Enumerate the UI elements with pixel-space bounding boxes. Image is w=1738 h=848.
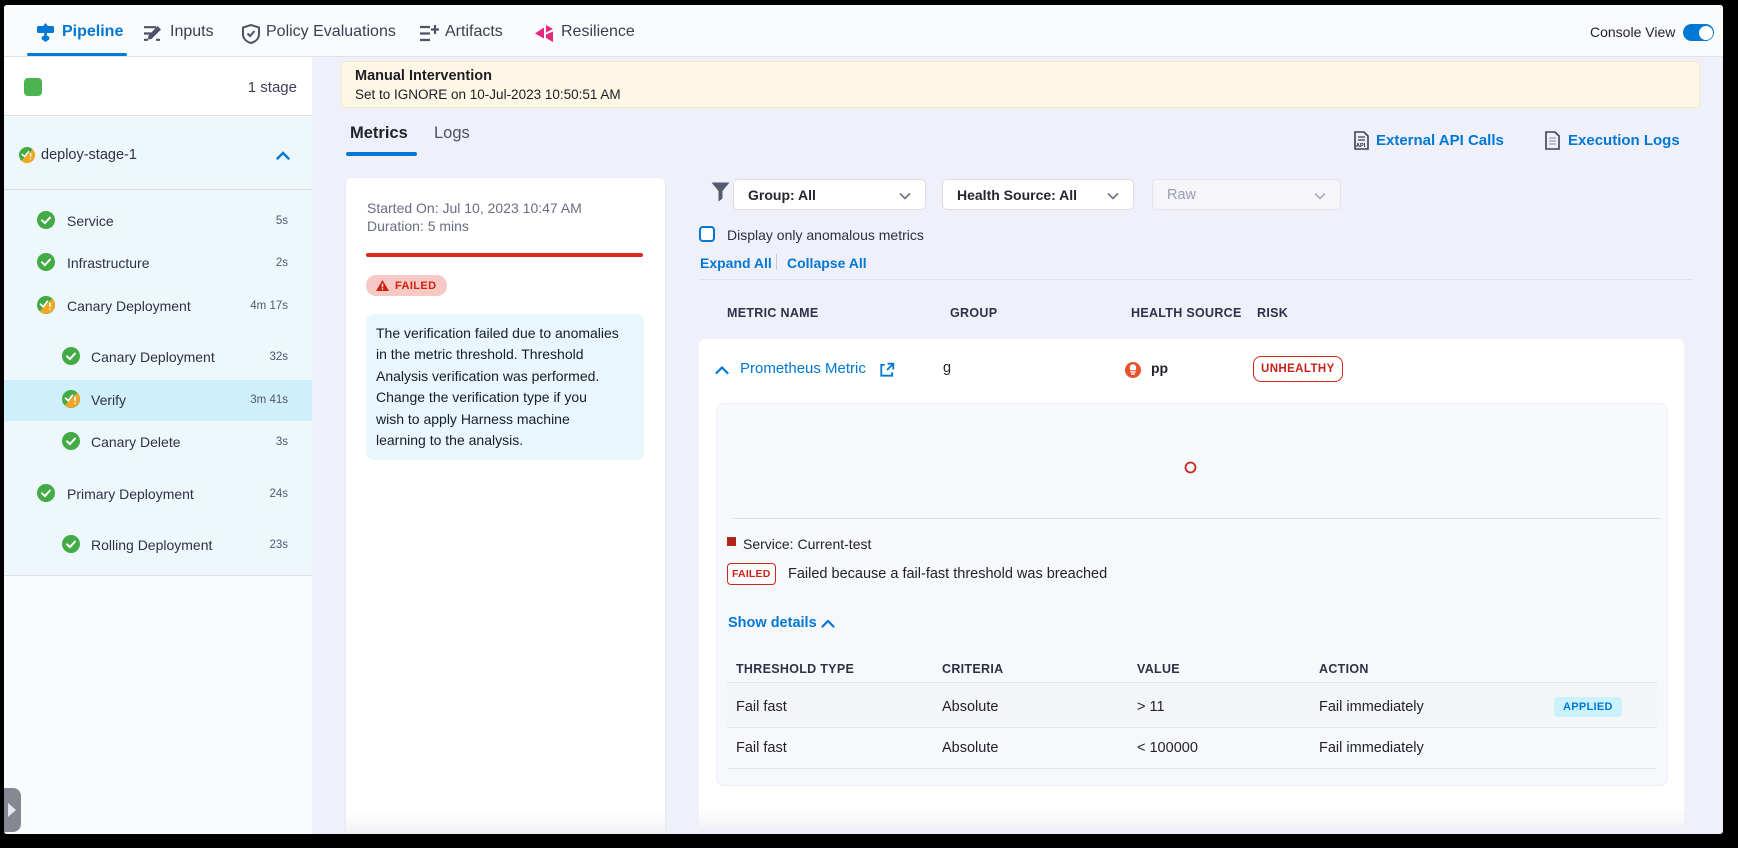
svg-text:API: API bbox=[1356, 143, 1366, 149]
